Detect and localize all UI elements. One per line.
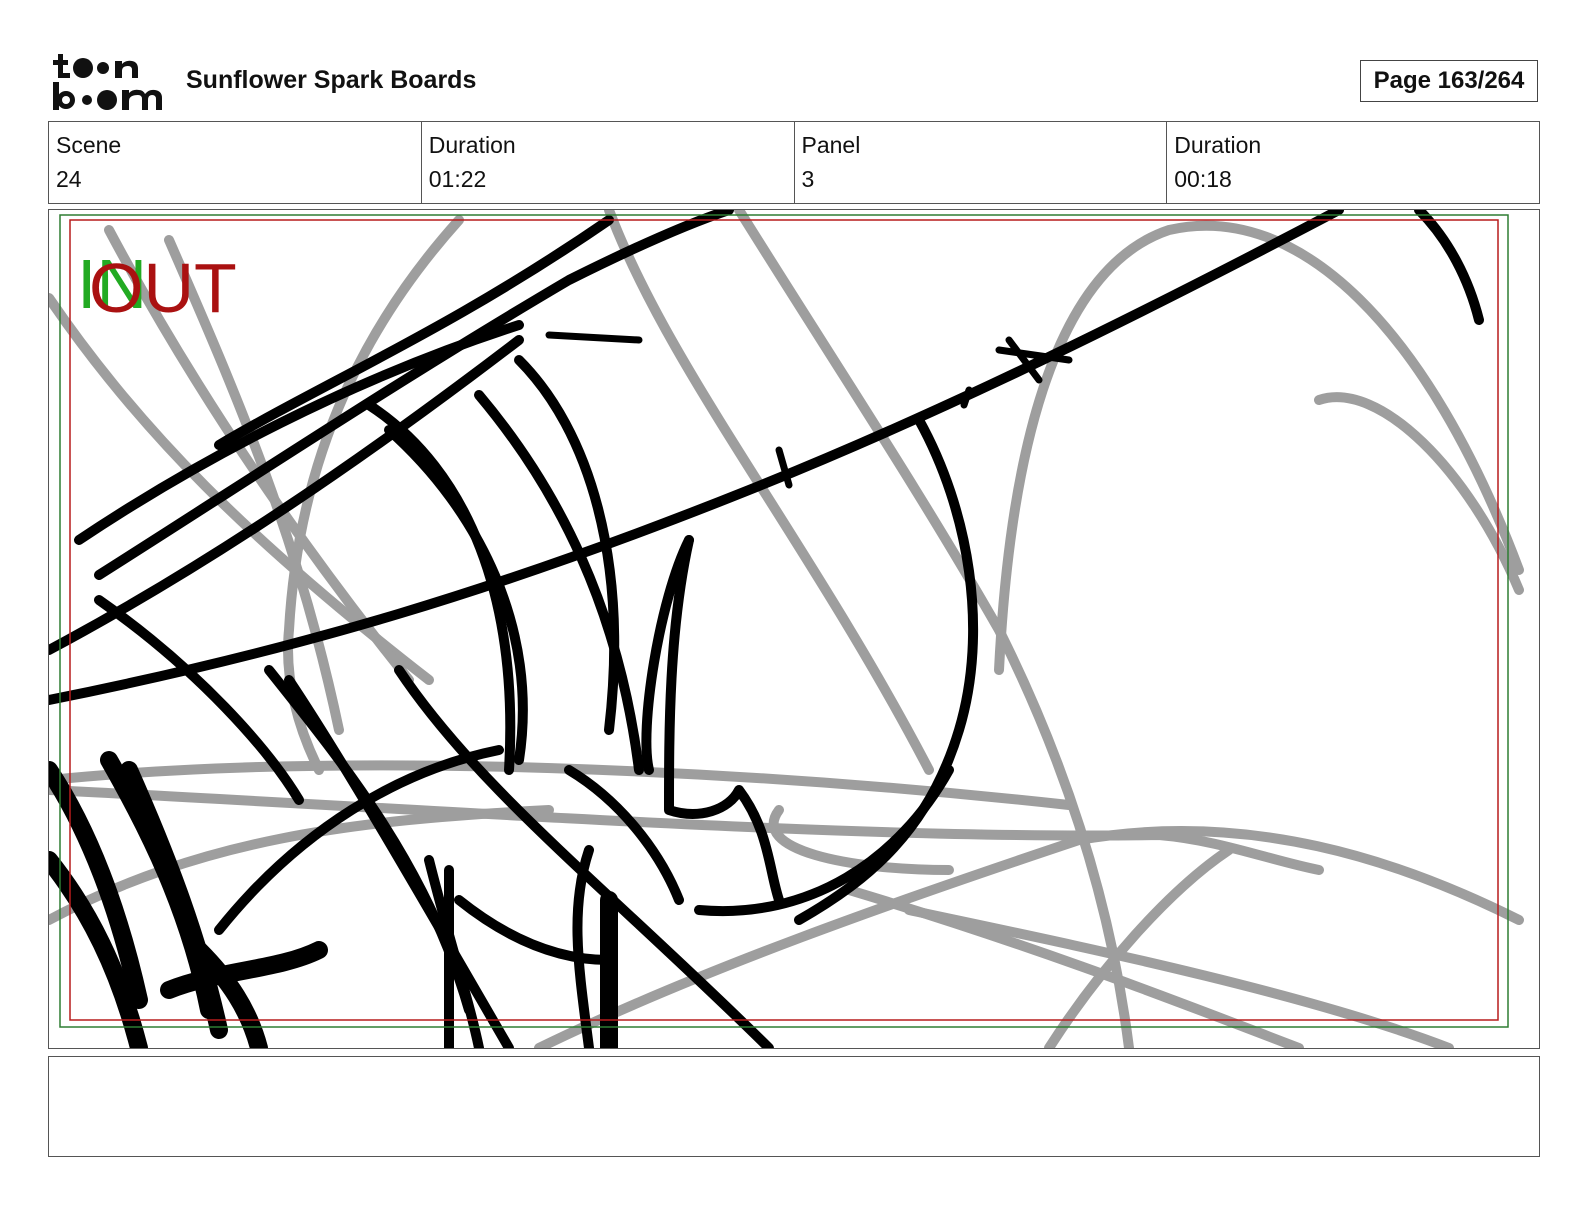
notes-area	[48, 1056, 1540, 1157]
project-title: Sunflower Spark Boards	[186, 66, 477, 94]
panel-value: 3	[801, 166, 815, 192]
sketch-dark-strokes	[49, 210, 1484, 1048]
panel-duration-cell: Duration 00:18	[1167, 122, 1539, 203]
sketch-light-strokes	[49, 210, 1524, 1048]
scene-duration-cell: Duration 01:22	[422, 122, 795, 203]
panel-label: Panel	[801, 132, 861, 158]
storyboard-panel: IN OUT	[48, 209, 1540, 1049]
scene-cell: Scene 24	[49, 122, 422, 203]
scene-label: Scene	[56, 132, 122, 158]
page-indicator: Page 163/264	[1360, 60, 1538, 102]
toonboom-logo	[52, 52, 164, 112]
scene-duration-value: 01:22	[428, 166, 487, 192]
panel-duration-value: 00:18	[1174, 166, 1232, 192]
panel-duration-label: Duration	[1174, 132, 1262, 158]
page-label: Page 163/264	[1373, 67, 1525, 94]
out-marker: OUT	[89, 249, 237, 327]
scene-duration-label: Duration	[428, 132, 516, 158]
panel-cell: Panel 3	[795, 122, 1168, 203]
scene-value: 24	[56, 166, 82, 192]
scene-info-table: Scene 24 Duration 01:22 Panel 3 Duration…	[48, 121, 1540, 204]
panel-drawing: IN OUT	[49, 210, 1524, 1048]
